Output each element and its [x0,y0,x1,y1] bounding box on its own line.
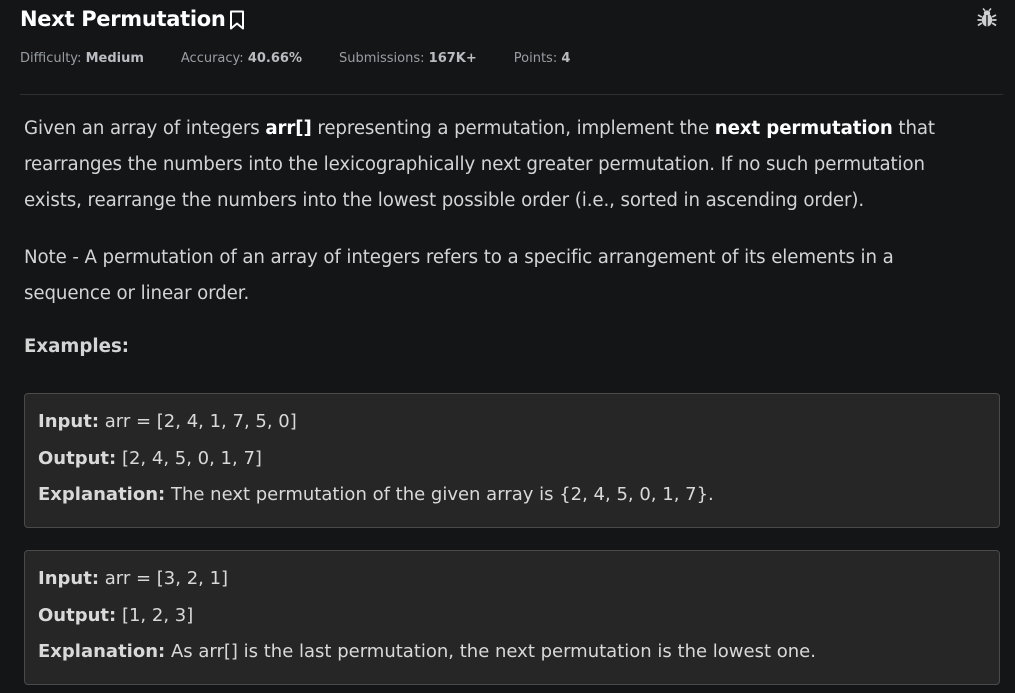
title-row: Next Permutation [20,4,999,34]
problem-description: Given an array of integers arr[] represe… [24,111,984,312]
bookmark-icon[interactable] [229,10,245,30]
header-divider [20,94,1003,95]
input-label: Input: [38,411,100,432]
example-output: Output: [1, 2, 3] [38,598,986,635]
accuracy-meta: Accuracy: 40.66% [181,51,302,66]
explanation-value: The next permutation of the given array … [165,484,714,505]
output-label: Output: [38,604,117,626]
example-input: Input: arr = [3, 2, 1] [38,561,986,598]
output-label: Output: [38,447,117,469]
description-text: representing a permutation, implement th… [311,118,715,139]
key-term: next permutation [714,118,893,139]
problem-page: Next Permutation Difficulty: Medium Accu… [0,0,1015,693]
description-paragraph: Given an array of integers arr[] represe… [24,111,984,219]
example-box: Input: arr = [3, 2, 1] Output: [1, 2, 3]… [24,550,1000,685]
submissions-meta: Submissions: 167K+ [339,51,477,66]
output-value: [2, 4, 5, 0, 1, 7] [116,447,262,469]
example-box: Input: arr = [2, 4, 1, 7, 5, 0] Output: … [24,393,1000,528]
submissions-value: 167K+ [428,51,477,66]
problem-header: Next Permutation [20,4,999,34]
example-input: Input: arr = [2, 4, 1, 7, 5, 0] [38,404,986,441]
explanation-label: Explanation: [38,641,166,662]
output-value: [1, 2, 3] [116,604,194,626]
example-explanation: Explanation: As arr[] is the last permut… [38,634,986,671]
explanation-value: As arr[] is the last permutation, the ne… [165,641,816,662]
bug-icon[interactable] [975,6,999,30]
input-value: arr = [2, 4, 1, 7, 5, 0] [99,411,297,432]
difficulty-label: Difficulty: [20,51,82,66]
points-meta: Points: 4 [514,51,571,66]
points-label: Points: [513,51,558,66]
difficulty-meta: Difficulty: Medium [20,51,144,66]
examples-heading: Examples: [24,336,130,357]
accuracy-label: Accuracy: [180,51,244,66]
difficulty-value: Medium [85,51,144,66]
submissions-label: Submissions: [338,51,425,66]
problem-title: Next Permutation [20,7,226,31]
accuracy-value: 40.66% [247,51,302,66]
note-paragraph: Note - A permutation of an array of inte… [24,247,894,304]
input-value: arr = [3, 2, 1] [99,568,229,589]
points-value: 4 [561,51,571,66]
input-label: Input: [38,568,100,589]
array-name: arr[] [265,118,312,139]
example-explanation: Explanation: The next permutation of the… [38,477,986,514]
description-text: Given an array of integers [24,118,266,139]
problem-meta: Difficulty: Medium Accuracy: 40.66% Subm… [20,51,607,66]
example-output: Output: [2, 4, 5, 0, 1, 7] [38,441,986,478]
explanation-label: Explanation: [38,484,166,505]
